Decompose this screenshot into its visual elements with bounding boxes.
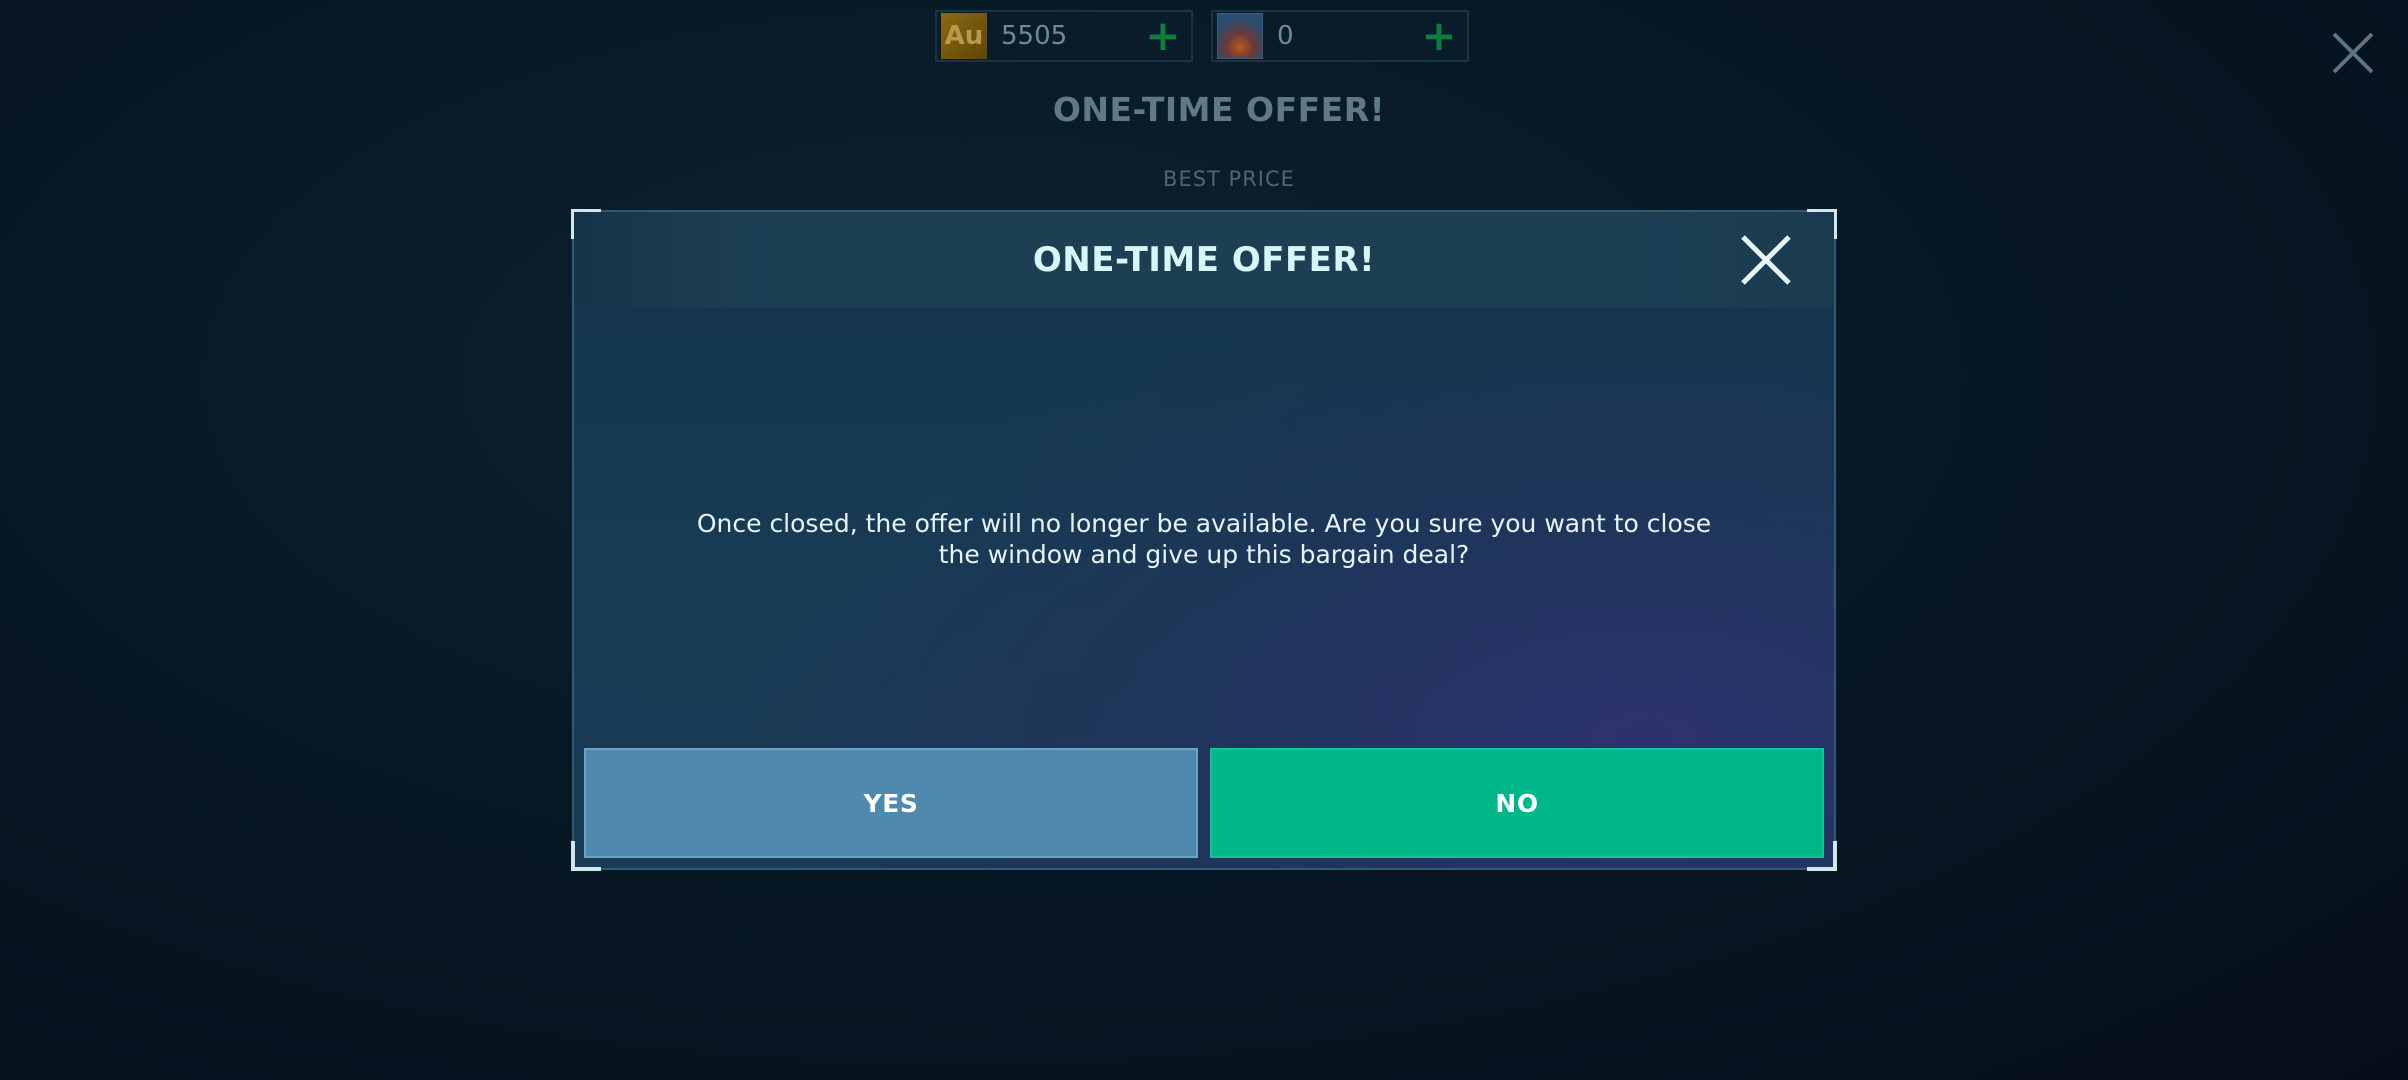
no-button[interactable]: NO bbox=[1210, 748, 1824, 858]
flame-crystal-icon bbox=[1217, 13, 1263, 59]
gold-icon-label: Au bbox=[944, 21, 984, 51]
currency-bar: Au 5505 + 0 + bbox=[935, 10, 1469, 62]
flame-currency: 0 + bbox=[1211, 10, 1469, 62]
flame-amount: 0 bbox=[1277, 21, 1294, 51]
close-icon[interactable] bbox=[2330, 30, 2376, 76]
dialog-message: Once closed, the offer will no longer be… bbox=[696, 509, 1712, 569]
close-icon[interactable] bbox=[1738, 232, 1794, 288]
confirm-close-dialog: ONE-TIME OFFER! Once closed, the offer w… bbox=[571, 209, 1837, 871]
add-flame-plus-icon[interactable]: + bbox=[1419, 15, 1459, 57]
background-subtitle: BEST PRICE bbox=[1163, 167, 1295, 191]
add-gold-plus-icon[interactable]: + bbox=[1143, 15, 1183, 57]
dialog-title: ONE-TIME OFFER! bbox=[1032, 240, 1376, 280]
yes-button[interactable]: YES bbox=[584, 748, 1198, 858]
game-screen: Au 5505 + 0 + ONE-TIME OFFER! BEST PRICE… bbox=[0, 0, 2408, 1080]
gold-currency: Au 5505 + bbox=[935, 10, 1193, 62]
gold-au-icon: Au bbox=[941, 13, 987, 59]
background-title: ONE-TIME OFFER! bbox=[1052, 90, 1386, 129]
dialog-header: ONE-TIME OFFER! bbox=[574, 212, 1834, 308]
gold-amount: 5505 bbox=[1001, 21, 1068, 51]
